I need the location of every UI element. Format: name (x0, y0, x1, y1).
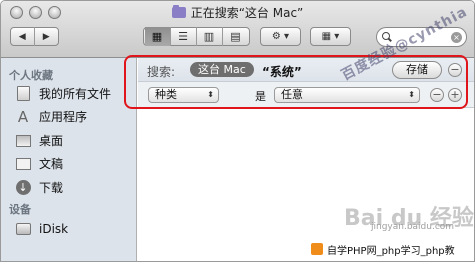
back-forward-control: ◀ ▶ (10, 27, 59, 46)
search-criteria-row: 种类 ⬍ 是 任意 ⬍ − + (138, 82, 474, 108)
documents-icon (15, 156, 31, 172)
sidebar-item-label: 我的所有文件 (39, 87, 112, 101)
popup-arrows-icon: ⬍ (207, 90, 214, 99)
coverflow-view-icon: ▤ (230, 30, 241, 43)
view-switcher: ▦ ☰ ▥ ▤ (143, 27, 250, 46)
remove-criterion-button[interactable]: − (430, 88, 444, 102)
save-search-button[interactable]: 存储 (392, 61, 442, 79)
watermark-banner: 自学PHP网_php学习_php教 (308, 239, 474, 259)
watermark-url: jingyan.baidu.com (371, 222, 455, 232)
search-scope-bar: 搜索: 这台 Mac “系统” 存储 − (138, 58, 474, 82)
sidebar-item-documents[interactable]: 文稿 (15, 155, 63, 172)
arrange-menu-button[interactable]: ▦ ▾ (310, 27, 351, 46)
icon-view-icon: ▦ (151, 30, 163, 43)
applications-icon: A (17, 107, 29, 126)
sidebar-item-label: 文稿 (39, 157, 64, 171)
column-view-icon: ▥ (203, 30, 215, 43)
column-view-button[interactable]: ▥ (197, 27, 223, 46)
list-view-button[interactable]: ☰ (171, 27, 197, 46)
add-criterion-button[interactable]: + (448, 88, 462, 102)
sidebar-item-downloads[interactable]: ↓ 下载 (15, 179, 63, 196)
back-arrow-icon: ◀ (18, 31, 26, 42)
popup-arrows-icon: ⬍ (408, 90, 415, 99)
sidebar-item-label: 下载 (39, 181, 64, 195)
banner-logo-icon (311, 243, 323, 255)
attribute-value: 种类 (155, 88, 177, 101)
search-scope-label: 搜索: (147, 65, 176, 79)
coverflow-view-button[interactable]: ▤ (223, 27, 249, 46)
forward-button[interactable]: ▶ (35, 27, 58, 46)
sidebar-item-label: 桌面 (39, 134, 64, 148)
sidebar-item-desktop[interactable]: 桌面 (15, 132, 63, 149)
finder-window: 正在搜索“这台 Mac” ◀ ▶ ▦ ☰ ▥ ▤ ⚙ ▾ ▦ ▾ × 个人收藏 … (0, 0, 475, 262)
sidebar-item-all-files[interactable]: 我的所有文件 (15, 85, 111, 102)
sidebar: 个人收藏 我的所有文件 A 应用程序 桌面 文稿 ↓ 下载 设备 iDisk (1, 58, 137, 261)
value-popup[interactable]: 任意 ⬍ (274, 87, 420, 103)
smart-folder-icon (171, 5, 186, 18)
forward-arrow-icon: ▶ (42, 31, 50, 42)
sidebar-header-favorites: 个人收藏 (9, 69, 53, 82)
scope-system-button[interactable]: “系统” (262, 63, 302, 80)
scope-this-mac-button[interactable]: 这台 Mac (190, 62, 254, 77)
desktop-icon (15, 133, 31, 149)
back-button[interactable]: ◀ (11, 27, 35, 46)
disk-icon (15, 221, 31, 237)
watermark-banner-text: 自学PHP网_php学习_php教 (327, 245, 455, 257)
sidebar-item-applications[interactable]: A 应用程序 (15, 107, 88, 126)
icon-view-button[interactable]: ▦ (144, 27, 171, 46)
all-files-icon (15, 86, 31, 102)
sidebar-item-idisk[interactable]: iDisk (15, 221, 68, 237)
window-title-area: 正在搜索“这台 Mac” (1, 4, 474, 21)
sidebar-item-label: 应用程序 (39, 110, 88, 124)
sidebar-header-devices: 设备 (9, 203, 31, 216)
value-value: 任意 (281, 88, 303, 101)
gear-icon: ⚙ ▾ (271, 31, 290, 42)
arrange-icon: ▦ ▾ (321, 31, 340, 42)
window-title: 正在搜索“这台 Mac” (190, 6, 304, 20)
clear-search-icon[interactable]: × (451, 32, 462, 43)
downloads-icon: ↓ (15, 180, 31, 196)
attribute-popup[interactable]: 种类 ⬍ (148, 87, 219, 103)
operator-label: 是 (255, 90, 266, 103)
remove-search-bar-button[interactable]: − (448, 63, 462, 77)
sidebar-item-label: iDisk (39, 222, 69, 236)
list-view-icon: ☰ (178, 30, 188, 43)
action-menu-button[interactable]: ⚙ ▾ (260, 27, 301, 46)
